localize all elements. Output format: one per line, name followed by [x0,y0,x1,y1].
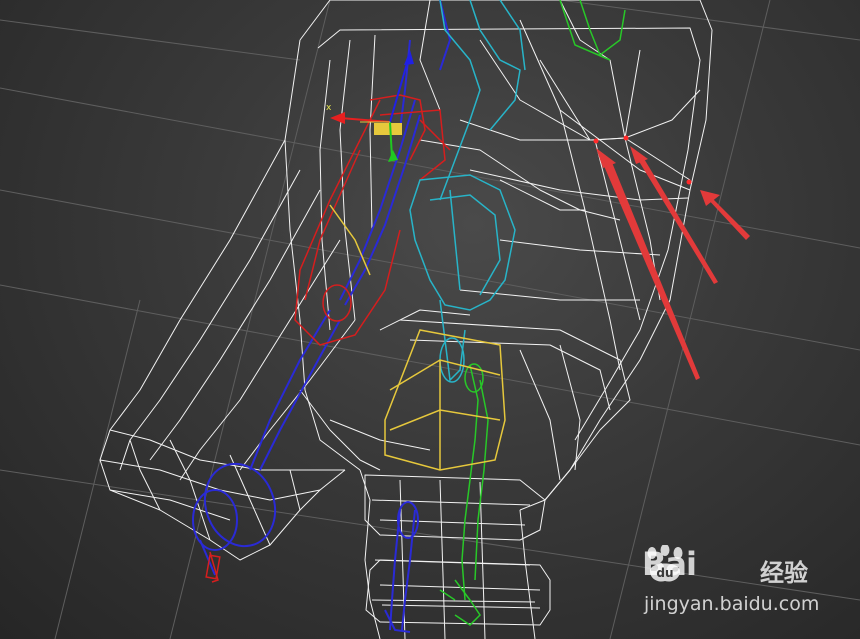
bone-chain-green[interactable] [439,0,626,626]
selected-bone-highlight [374,123,402,135]
arrow-icon [596,148,700,380]
selected-vertex [593,138,599,144]
bone-chain-red[interactable] [205,94,451,583]
baidu-paw-icon: du [647,545,683,582]
svg-text:du: du [656,566,673,580]
viewport-canvas[interactable]: x [0,0,860,639]
annotation-arrows [596,146,750,380]
arrow-icon [700,190,750,240]
selected-vertex [686,179,692,185]
selected-vertex [623,135,629,141]
bone-chain-yellow[interactable] [329,123,506,471]
watermark-url: jingyan.baidu.com [644,593,820,615]
gizmo-x-label: x [326,103,332,113]
arrow-icon [630,146,718,284]
baidu-jingyan-watermark: Bai du 经验 jingyan.baidu.com [642,545,842,625]
watermark-name: 经验 [760,559,808,587]
bone-chain-blue[interactable] [192,0,452,633]
3d-viewport[interactable]: x du 经验 jingyan.baidu.com [0,0,860,639]
floor-grid [0,0,860,639]
